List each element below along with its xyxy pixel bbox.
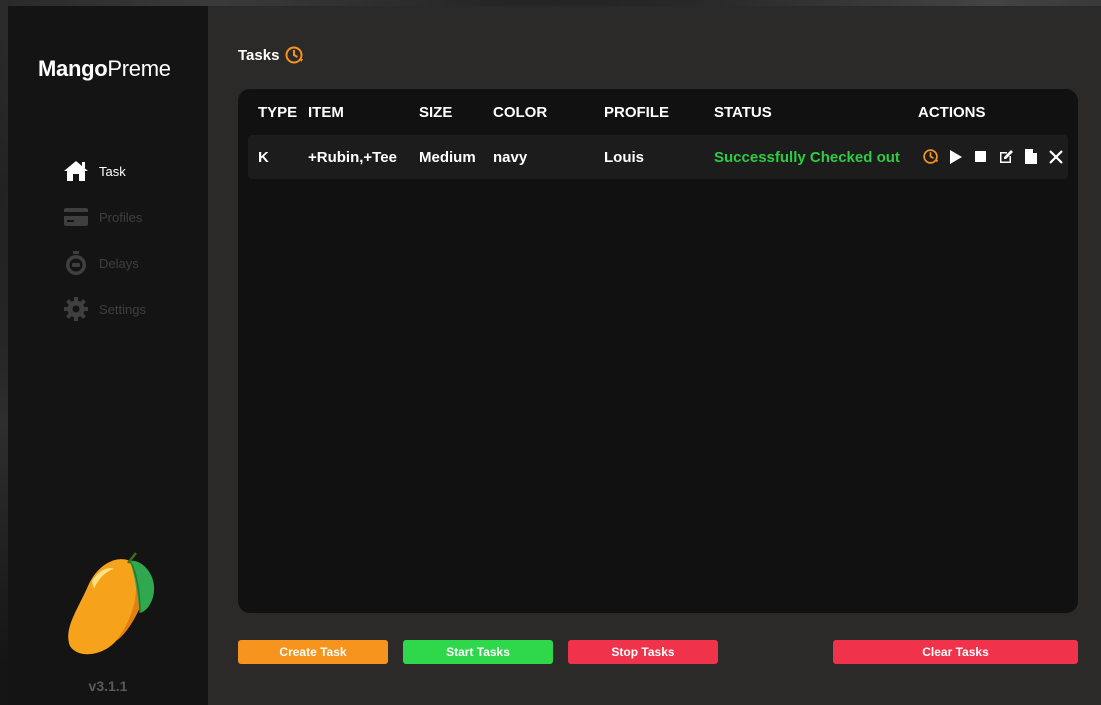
cell-color: navy	[493, 149, 528, 166]
stop-tasks-button[interactable]: Stop Tasks	[568, 640, 718, 664]
cell-profile: Louis	[604, 149, 644, 166]
row-actions	[922, 148, 1072, 165]
tasks-table: TYPE ITEM SIZE COLOR PROFILE STATUS ACTI…	[238, 89, 1078, 613]
mango-logo	[58, 551, 158, 661]
table-row[interactable]: K +Rubin,+Tee Medium navy Louis Successf…	[248, 135, 1068, 179]
column-header-profile: PROFILE	[604, 104, 670, 121]
sidebar-item-label: Profiles	[99, 209, 143, 225]
cell-status: Successfully Checked out	[714, 149, 900, 166]
stopwatch-icon	[62, 249, 90, 277]
start-tasks-button[interactable]: Start Tasks	[403, 640, 553, 664]
stop-icon[interactable]	[972, 148, 989, 165]
table-header: TYPE ITEM SIZE COLOR PROFILE STATUS ACTI…	[238, 89, 1078, 135]
column-header-type: TYPE	[258, 104, 298, 121]
sidebar-item-label: Delays	[99, 255, 139, 271]
file-icon[interactable]	[1022, 148, 1039, 165]
sidebar-item-settings[interactable]: Settings	[62, 286, 146, 332]
sidebar: MangoPreme Task Profiles Delays Settings…	[8, 6, 208, 705]
gear-icon	[62, 295, 90, 323]
sidebar-nav: Task Profiles Delays Settings	[62, 148, 146, 332]
edit-icon[interactable]	[997, 148, 1014, 165]
sidebar-item-label: Settings	[99, 301, 146, 317]
column-header-item: ITEM	[308, 104, 344, 121]
column-header-status: STATUS	[714, 104, 772, 121]
clock-refresh-icon[interactable]	[922, 148, 939, 165]
create-task-button[interactable]: Create Task	[238, 640, 388, 664]
home-icon	[62, 157, 90, 185]
play-icon[interactable]	[947, 148, 964, 165]
app-version: v3.1.1	[88, 678, 128, 694]
cell-item: +Rubin,+Tee	[308, 149, 397, 166]
page-title: Tasks	[238, 45, 304, 65]
column-header-color: COLOR	[493, 104, 548, 121]
clock-refresh-icon[interactable]	[284, 45, 304, 65]
sidebar-item-task[interactable]: Task	[62, 148, 146, 194]
sidebar-item-delays[interactable]: Delays	[62, 240, 146, 286]
credit-card-icon	[62, 203, 90, 231]
app-window: MangoPreme Task Profiles Delays Settings…	[8, 6, 1101, 705]
column-header-size: SIZE	[419, 104, 453, 121]
close-icon[interactable]	[1047, 148, 1064, 165]
sidebar-item-profiles[interactable]: Profiles	[62, 194, 146, 240]
sidebar-item-label: Task	[99, 163, 126, 179]
cell-type: K	[258, 149, 269, 166]
column-header-actions: ACTIONS	[918, 104, 986, 121]
clear-tasks-button[interactable]: Clear Tasks	[833, 640, 1078, 664]
brand-logo-text: MangoPreme	[38, 56, 171, 81]
cell-size: Medium	[419, 149, 476, 166]
